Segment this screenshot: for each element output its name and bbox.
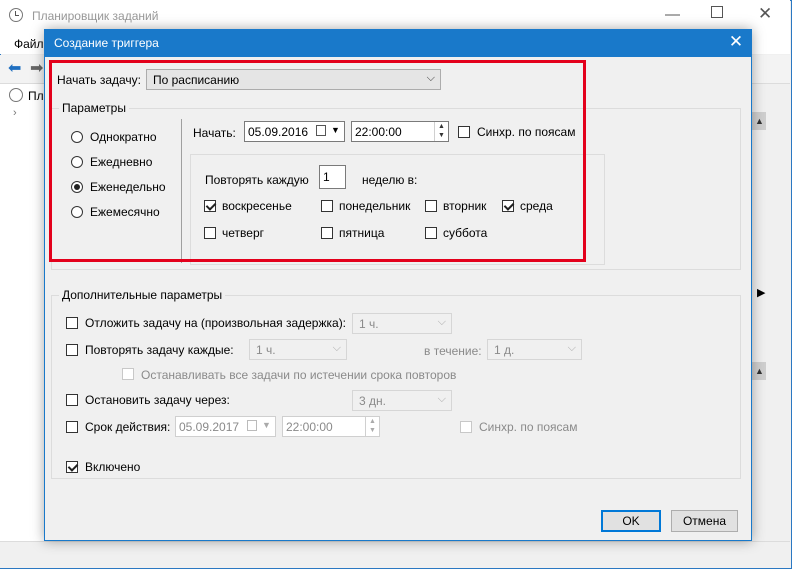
spin-up-icon[interactable]: ▲ [369, 418, 376, 425]
stop-all-checkbox[interactable] [122, 368, 134, 380]
calendar-icon[interactable] [247, 420, 257, 431]
chevron-down-icon: ⌵ [437, 393, 446, 405]
enabled-label: Включено [85, 460, 141, 474]
ok-button[interactable]: OK [601, 510, 661, 532]
chevron-down-icon[interactable]: ▼ [262, 420, 271, 430]
chevron-down-icon: ⌵ [332, 342, 341, 354]
clock-icon [9, 88, 23, 102]
advanced-title: Дополнительные параметры [59, 288, 226, 302]
delay-value: 1 ч. [359, 317, 379, 331]
repeat-label: Повторять задачу каждые: [85, 343, 234, 357]
cancel-button[interactable]: Отмена [671, 510, 738, 532]
highlight-frame [49, 60, 586, 262]
back-arrow-icon[interactable]: ⬅ [8, 58, 21, 78]
expire-time-input[interactable]: 22:00:00 ▲ ▼ [282, 416, 380, 437]
repeat-value: 1 ч. [256, 343, 276, 357]
chevron-right-icon[interactable]: › [13, 107, 17, 119]
scroll-up-button[interactable]: ▲ [752, 362, 766, 380]
duration-value: 1 д. [494, 343, 515, 357]
app-statusbar [0, 541, 790, 568]
stop-after-label: Остановить задачу через: [85, 393, 230, 407]
delay-select[interactable]: 1 ч. ⌵ [352, 313, 452, 334]
app-title: Планировщик заданий [32, 9, 159, 23]
clock-icon [9, 8, 23, 22]
stop-after-value: 3 дн. [359, 394, 386, 408]
maximize-icon[interactable] [711, 6, 723, 18]
chevron-right-icon[interactable]: ▶ [757, 286, 765, 299]
chevron-down-icon: ⌵ [437, 316, 446, 328]
time-spinner[interactable]: ▲ ▼ [365, 417, 380, 436]
app-tree-pane [0, 84, 50, 554]
stop-all-label: Останавливать все задачи по истечении ср… [141, 368, 457, 382]
dialog-title: Создание триггера [54, 36, 159, 50]
dialog-close-icon[interactable]: ✕ [726, 32, 746, 52]
chevron-down-icon: ⌵ [567, 342, 576, 354]
expire-date-value: 05.09.2017 [179, 420, 240, 434]
expire-sync-label: Синхр. по поясам [479, 420, 578, 434]
menu-file[interactable]: Файл [14, 37, 44, 51]
stop-after-checkbox[interactable] [66, 394, 78, 406]
enabled-checkbox[interactable] [66, 461, 78, 473]
expire-date-picker[interactable]: 05.09.2017 ▼ [175, 416, 276, 437]
expire-label: Срок действия: [85, 420, 171, 434]
stop-after-select[interactable]: 3 дн. ⌵ [352, 390, 452, 411]
scroll-up-button[interactable]: ▲ [752, 112, 766, 130]
app-close-icon[interactable]: ✕ [758, 4, 772, 24]
delay-label: Отложить задачу на (произвольная задержк… [85, 316, 347, 330]
spin-down-icon[interactable]: ▼ [369, 427, 376, 434]
duration-select[interactable]: 1 д. ⌵ [487, 339, 582, 360]
delay-checkbox[interactable] [66, 317, 78, 329]
expire-sync-checkbox[interactable] [460, 421, 472, 433]
expire-checkbox[interactable] [66, 421, 78, 433]
actions-pane [750, 84, 790, 554]
repeat-select[interactable]: 1 ч. ⌵ [249, 339, 347, 360]
expire-time-value: 22:00:00 [286, 420, 333, 434]
forward-arrow-icon[interactable]: ➡ [30, 58, 43, 78]
minimize-icon[interactable]: — [665, 6, 680, 23]
tree-item-label[interactable]: Пл [28, 89, 44, 103]
duration-label: в течение: [424, 344, 482, 358]
repeat-checkbox[interactable] [66, 344, 78, 356]
